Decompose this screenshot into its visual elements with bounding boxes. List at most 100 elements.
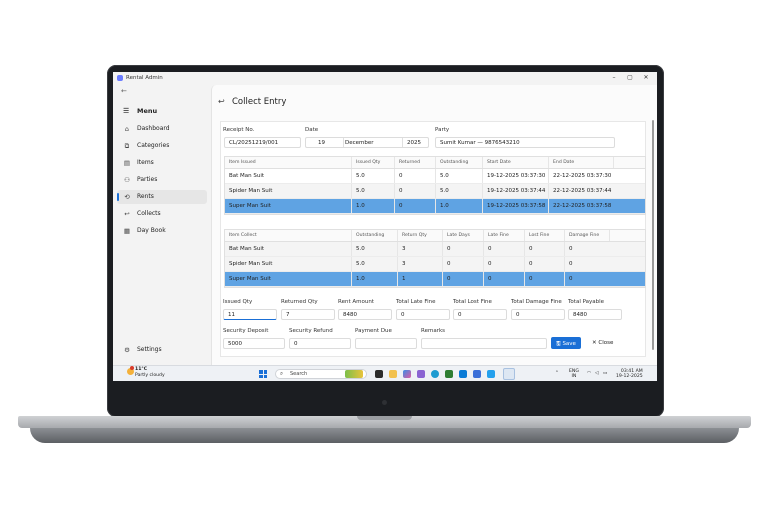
sidebar-item-settings[interactable]: ⚙ Settings [117, 343, 207, 357]
table-row[interactable]: Spider Man Suit 5.0 3 0 0 0 0 [225, 257, 645, 272]
collect-form: Receipt No. CL/20251219/001 Date 19 Dece… [220, 121, 646, 357]
security-deposit-field[interactable]: 5000 [223, 338, 285, 349]
teams-icon[interactable] [417, 370, 425, 378]
table-header: Item Issued Issued Qty Returned Outstand… [225, 157, 645, 169]
close-window-button[interactable]: ✕ [641, 74, 651, 81]
vertical-scrollbar[interactable] [652, 120, 654, 350]
issued-qty-field[interactable]: 11 [223, 309, 277, 320]
returned-qty-field[interactable]: 7 [281, 309, 335, 320]
windows-start-icon[interactable] [259, 370, 267, 378]
sidebar-item-day-book[interactable]: ▦ Day Book [117, 224, 207, 238]
col-start-date: Start Date [482, 157, 548, 168]
wifi-icon[interactable]: ◠ [587, 371, 591, 376]
rent-amount-field[interactable]: 8480 [338, 309, 392, 320]
cell-outstanding: 1.0 [435, 199, 482, 213]
file-explorer-icon[interactable] [389, 370, 397, 378]
sidebar-item-rents[interactable]: ⟲ Rents [117, 190, 207, 204]
cell-return-qty[interactable]: 3 [397, 257, 442, 271]
volume-icon[interactable]: ◁ [595, 371, 599, 376]
late-fine-field[interactable]: 0 [396, 309, 450, 320]
payment-due-field[interactable] [355, 338, 417, 349]
cell-item: Super Man Suit [229, 276, 271, 282]
cell-start-date: 19-12-2025 03:37:58 [482, 199, 548, 213]
table-row-selected[interactable]: Super Man Suit 1.0 0 1.0 19-12-2025 03:3… [225, 199, 645, 214]
col-item-collect: Item Collect [229, 233, 257, 238]
maximize-button[interactable]: ▢ [625, 74, 635, 81]
edge-icon[interactable] [431, 370, 439, 378]
task-view-icon[interactable] [375, 370, 383, 378]
damage-fine-label: Total Damage Fine [511, 299, 562, 305]
vscode-icon[interactable] [473, 370, 481, 378]
cell-late-fine: 0 [483, 257, 524, 271]
battery-icon[interactable]: ▭ [603, 371, 607, 376]
date-day: 19 [318, 140, 325, 146]
menu-toggle[interactable]: ☰ Menu [123, 107, 157, 115]
date-picker[interactable]: 19 December 2025 [305, 137, 429, 148]
lost-fine-field[interactable]: 0 [453, 309, 507, 320]
sidebar-item-collects[interactable]: ↩ Collects [117, 207, 207, 221]
cell-item: Super Man Suit [229, 203, 271, 209]
save-icon: 🖫 [556, 341, 561, 347]
cell-lost-fine[interactable]: 0 [524, 257, 564, 271]
weather-widget[interactable]: 11°C Partly cloudy [127, 366, 165, 379]
back-arrow-icon[interactable]: ← [121, 87, 127, 95]
total-payable-field[interactable]: 8480 [568, 309, 622, 320]
save-label: Save [562, 341, 576, 347]
cell-damage-fine[interactable]: 0 [564, 257, 609, 271]
cell-issued-qty: 5.0 [351, 169, 394, 183]
weather-desc: Partly cloudy [135, 373, 165, 378]
cell-issued-qty: 5.0 [351, 184, 394, 198]
lang-secondary: IN [571, 374, 577, 379]
notification-badge [130, 366, 134, 370]
cell-lost-fine[interactable]: 0 [524, 272, 564, 286]
cell-late-fine: 0 [483, 242, 524, 256]
table-row[interactable]: Bat Man Suit 5.0 0 5.0 19-12-2025 03:37:… [225, 169, 645, 184]
outlook-icon[interactable] [487, 370, 495, 378]
receipt-field[interactable]: CL/20251219/001 [224, 137, 301, 148]
col-late-fine: Late Fine [483, 230, 524, 241]
cell-lost-fine[interactable]: 0 [524, 242, 564, 256]
sidebar-item-label: Parties [137, 176, 158, 183]
table-row[interactable]: Spider Man Suit 5.0 0 5.0 19-12-2025 03:… [225, 184, 645, 199]
clock-date: 19-12-2025 [616, 374, 643, 379]
page-title-text: Collect Entry [232, 97, 287, 107]
cell-damage-fine[interactable]: 0 [564, 242, 609, 256]
col-lost-fine: Lost Fine [524, 230, 564, 241]
sidebar-item-categories[interactable]: ⧉ Categories [117, 139, 207, 153]
copilot-icon[interactable] [403, 370, 411, 378]
cell-return-qty[interactable]: 3 [397, 242, 442, 256]
search-highlight-icon[interactable] [345, 370, 363, 378]
rental-admin-taskbar-icon[interactable] [503, 368, 515, 380]
language-indicator[interactable]: ENG IN [569, 369, 579, 379]
minimize-button[interactable]: – [609, 74, 619, 81]
damage-fine-field[interactable]: 0 [511, 309, 565, 320]
table-row-selected[interactable]: Super Man Suit 1.0 1 0 0 0 0 [225, 272, 645, 287]
cell-damage-fine[interactable]: 0 [564, 272, 609, 286]
party-select[interactable]: Sumit Kumar — 9876543210 [435, 137, 615, 148]
party-label: Party [435, 127, 450, 133]
sidebar-item-label: Collects [137, 210, 161, 217]
cell-late-days: 0 [442, 257, 483, 271]
close-button[interactable]: ✕ Close [587, 337, 618, 349]
remarks-field[interactable] [421, 338, 547, 349]
table-row[interactable]: Bat Man Suit 5.0 3 0 0 0 0 [225, 242, 645, 257]
excel-icon[interactable] [445, 370, 453, 378]
search-placeholder: Search [290, 371, 308, 377]
cell-return-qty[interactable]: 1 [397, 272, 442, 286]
total-payable-label: Total Payable [568, 299, 605, 305]
cell-late-fine: 0 [483, 272, 524, 286]
gear-icon: ⚙ [124, 346, 130, 354]
store-icon[interactable] [459, 370, 467, 378]
tray-overflow-icon[interactable]: ⌃ [555, 371, 559, 376]
save-button[interactable]: 🖫 Save [551, 337, 581, 349]
col-return-qty: Return Qty [397, 230, 442, 241]
security-refund-field[interactable]: 0 [289, 338, 351, 349]
clock[interactable]: 03:41 AM 19-12-2025 [616, 369, 643, 379]
home-icon: ⌂ [124, 125, 130, 133]
cell-item: Bat Man Suit [229, 246, 265, 252]
late-fine-label: Total Late Fine [396, 299, 436, 305]
sidebar-item-parties[interactable]: ⚇ Parties [117, 173, 207, 187]
sidebar-item-dashboard[interactable]: ⌂ Dashboard [117, 122, 207, 136]
table-header: Item Collect Outstanding Return Qty Late… [225, 230, 645, 242]
sidebar-item-items[interactable]: ▤ Items [117, 156, 207, 170]
